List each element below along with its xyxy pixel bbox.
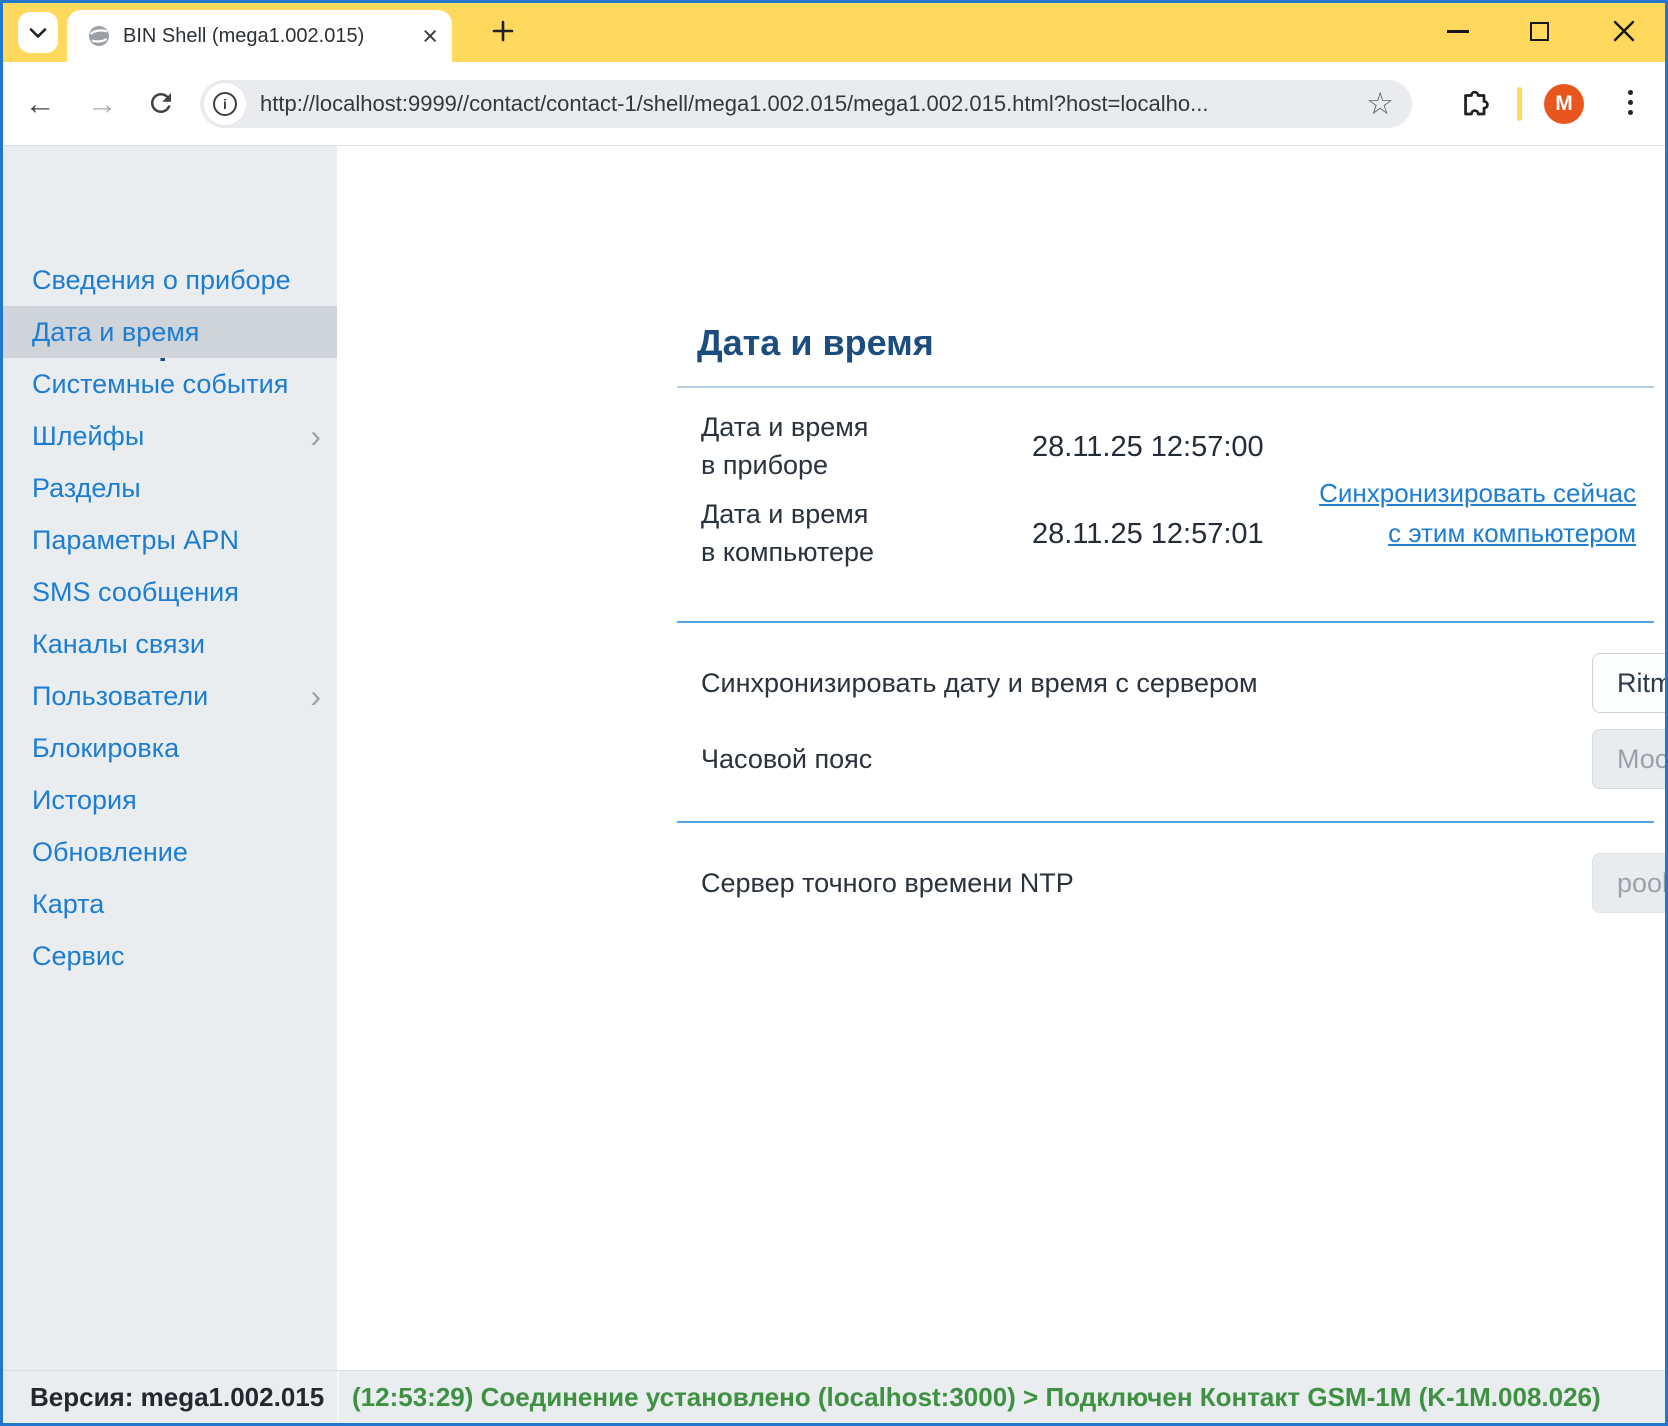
- sidebar-item-7[interactable]: Каналы связи: [0, 618, 337, 670]
- sidebar-item-label: История: [32, 785, 137, 815]
- sidebar-item-13[interactable]: Сервис: [0, 930, 337, 982]
- reload-button[interactable]: [146, 88, 182, 124]
- timezone-label: Часовой пояс: [701, 740, 872, 778]
- device-time-value: 28.11.25 12:57:00: [1032, 431, 1264, 464]
- datetime-panel: Дата и время Дата и время в приборе 28.1…: [337, 146, 1668, 1370]
- sidebar-item-label: Сервис: [32, 941, 124, 971]
- sidebar-item-label: Блокировка: [32, 733, 179, 763]
- section-divider: [677, 621, 1654, 623]
- sync-server-select[interactable]: Ritm-Link ▼: [1592, 653, 1668, 713]
- sync-server-value: Ritm-Link: [1617, 668, 1668, 698]
- sidebar-item-label: Параметры APN: [32, 525, 239, 555]
- sidebar-item-11[interactable]: Обновление: [0, 826, 337, 878]
- sidebar-item-8[interactable]: Пользователи ›: [0, 670, 337, 722]
- timezone-select[interactable]: Московское время (UTC+3 ▼: [1592, 729, 1668, 789]
- window-close-icon: [1613, 20, 1635, 42]
- sidebar-item-label: Системные события: [32, 369, 288, 399]
- sidebar-item-6[interactable]: SMS сообщения: [0, 566, 337, 618]
- connection-status-text: (12:53:29) Соединение установлено (local…: [352, 1371, 1601, 1423]
- browser-menu-icon[interactable]: [1628, 90, 1633, 115]
- page-info-button[interactable]: i: [204, 83, 246, 125]
- url-text: http://localhost:9999//contact/contact-1…: [260, 91, 1366, 117]
- ntp-server-input[interactable]: [1592, 853, 1668, 913]
- timezone-value: Московское время (UTC+3: [1617, 744, 1668, 774]
- ntp-server-label: Сервер точного времени NTP: [701, 864, 1074, 902]
- info-icon: i: [213, 92, 237, 116]
- extensions-icon[interactable]: [1455, 85, 1493, 123]
- sync-server-label: Синхронизировать дату и время с сервером: [701, 664, 1258, 702]
- title-divider: [677, 386, 1654, 388]
- status-bar: Версия: mega1.002.015 (12:53:29) Соедине…: [0, 1370, 1668, 1423]
- sidebar-item-10[interactable]: История: [0, 774, 337, 826]
- maximize-icon: [1530, 22, 1549, 41]
- statusbar-divider: [337, 1371, 339, 1423]
- browser-tab[interactable]: BIN Shell (mega1.002.015) ×: [67, 10, 452, 62]
- new-tab-button[interactable]: [486, 14, 520, 48]
- computer-time-value: 28.11.25 12:57:01: [1032, 518, 1264, 551]
- sidebar-item-5[interactable]: Параметры APN: [0, 514, 337, 566]
- sidebar-item-label: Каналы связи: [32, 629, 205, 659]
- version-text: Версия: mega1.002.015: [30, 1371, 324, 1423]
- back-button[interactable]: ←: [22, 86, 58, 122]
- sidebar-item-label: Обновление: [32, 837, 188, 867]
- sidebar-item-4[interactable]: Разделы: [0, 462, 337, 514]
- section-divider: [677, 821, 1654, 823]
- sidebar-item-3[interactable]: Шлейфы ›: [0, 410, 337, 462]
- settings-sidebar: Настройки Сведения о прибореДата и время…: [0, 146, 337, 1370]
- sidebar-item-label: SMS сообщения: [32, 577, 239, 607]
- tab-close-icon[interactable]: ×: [422, 23, 438, 50]
- window-maximize-button[interactable]: [1516, 8, 1562, 54]
- window-minimize-button[interactable]: [1435, 8, 1481, 54]
- browser-window: BIN Shell (mega1.002.015) × ← → i http:/…: [0, 0, 1668, 1426]
- address-bar[interactable]: i http://localhost:9999//contact/contact…: [200, 80, 1412, 128]
- tab-title: BIN Shell (mega1.002.015): [123, 25, 422, 48]
- sidebar-item-9[interactable]: Блокировка: [0, 722, 337, 774]
- toolbar-theme-divider: [1517, 87, 1522, 121]
- sidebar-item-label: Пользователи: [32, 681, 208, 711]
- sidebar-item-label: Сведения о приборе: [32, 265, 291, 295]
- device-time-label: Дата и время в приборе: [701, 408, 868, 484]
- chevron-down-icon: [29, 27, 47, 39]
- profile-avatar[interactable]: M: [1544, 84, 1584, 124]
- sidebar-item-label: Шлейфы: [32, 421, 144, 451]
- sidebar-item-2[interactable]: Системные события: [0, 358, 337, 410]
- page-title: Дата и время: [697, 322, 934, 364]
- browser-toolbar: ← → i http://localhost:9999//contact/con…: [0, 62, 1668, 146]
- chevron-right-icon: ›: [310, 670, 321, 722]
- sidebar-item-label: Дата и время: [32, 317, 199, 347]
- globe-favicon-icon: [87, 24, 111, 48]
- sidebar-item-12[interactable]: Карта: [0, 878, 337, 930]
- computer-time-label: Дата и время в компьютере: [701, 495, 874, 571]
- chevron-right-icon: ›: [310, 410, 321, 462]
- minimize-icon: [1447, 30, 1469, 33]
- sidebar-item-label: Карта: [32, 889, 104, 919]
- plus-icon: [491, 19, 515, 43]
- bookmark-star-icon[interactable]: ☆: [1366, 86, 1394, 122]
- sidebar-item-label: Разделы: [32, 473, 141, 503]
- forward-button[interactable]: →: [84, 86, 120, 122]
- sync-now-link[interactable]: Синхронизировать сейчас с этим компьютер…: [1319, 473, 1636, 553]
- window-close-button[interactable]: [1601, 8, 1647, 54]
- tab-search-button[interactable]: [18, 12, 58, 53]
- tab-strip: BIN Shell (mega1.002.015) ×: [0, 0, 1668, 62]
- sidebar-item-1[interactable]: Дата и время: [0, 306, 337, 358]
- sidebar-item-0[interactable]: Сведения о приборе: [0, 254, 337, 306]
- sidebar-nav: Сведения о приборе Дата и время Системные …: [0, 254, 337, 982]
